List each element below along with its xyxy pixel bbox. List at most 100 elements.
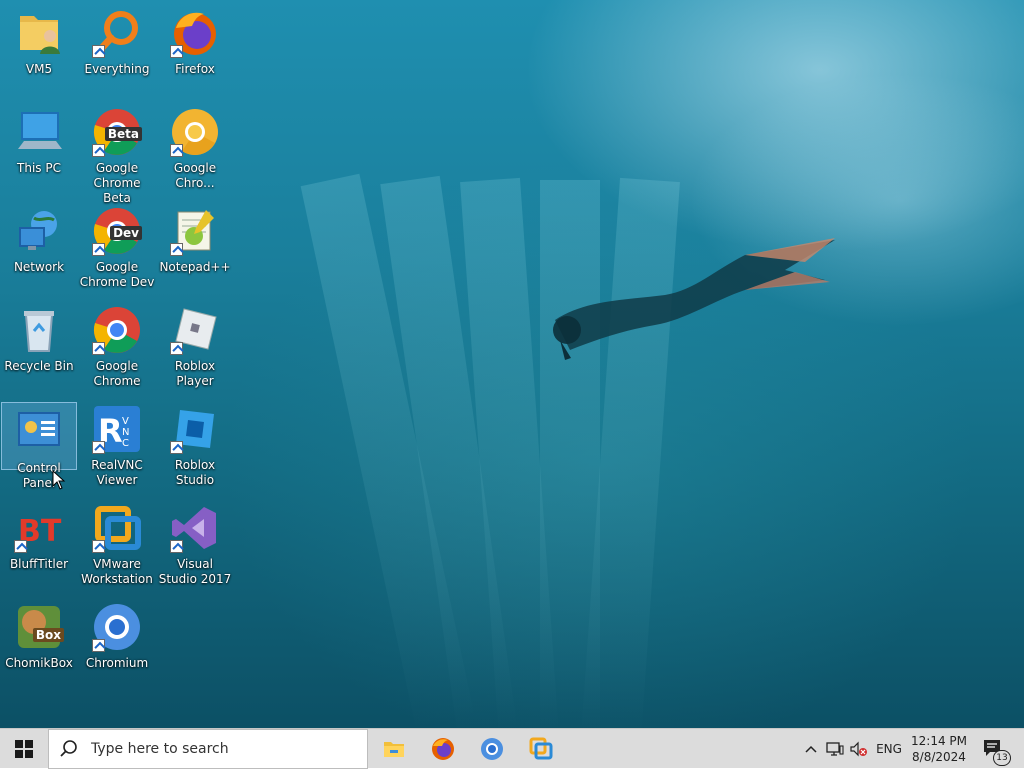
network-status-button[interactable] (823, 729, 847, 769)
visual-studio-icon (170, 503, 220, 553)
vmware-icon (529, 737, 553, 760)
desktop-icon-this-pc[interactable]: This PC (1, 103, 77, 195)
blufftitler-icon: BT (14, 503, 64, 553)
desktop-icon-label: ChomikBox (5, 656, 73, 670)
desktop[interactable]: VM5 This PC Network Recycle Bin Control … (0, 0, 1024, 728)
volume-button[interactable] (847, 729, 871, 769)
svg-text:N: N (122, 427, 129, 438)
shortcut-arrow-icon (92, 45, 105, 58)
shortcut-arrow-icon (92, 441, 105, 454)
desktop-icon-recycle-bin[interactable]: Recycle Bin (1, 301, 77, 393)
speaker-muted-icon (850, 741, 867, 757)
computer-icon (14, 107, 64, 157)
control-panel-icon (14, 407, 64, 457)
shortcut-arrow-icon (14, 540, 27, 553)
svg-text:V: V (122, 416, 129, 427)
start-button[interactable] (0, 729, 48, 769)
folder-user-icon (14, 8, 64, 58)
file-explorer-icon (384, 742, 404, 757)
desktop-icon-roblox-studio[interactable]: Roblox Studio (157, 400, 233, 492)
shortcut-arrow-icon (92, 639, 105, 652)
desktop-icon-roblox-player[interactable]: Roblox Player (157, 301, 233, 393)
roblox-studio-icon (170, 404, 220, 454)
desktop-icon-google-chrome[interactable]: Google Chrome (79, 301, 155, 393)
shortcut-arrow-icon (92, 243, 105, 256)
network-monitor-icon (826, 742, 844, 756)
taskbar-app-vmware[interactable] (517, 729, 565, 769)
shortcut-arrow-icon (170, 441, 183, 454)
notification-count-badge: 13 (993, 750, 1011, 766)
shortcut-arrow-icon (92, 342, 105, 355)
chromium-icon (92, 602, 142, 652)
chrome-icon (92, 305, 142, 355)
show-hidden-icons-button[interactable] (800, 729, 822, 769)
desktop-icon-label: Chromium (85, 656, 149, 670)
desktop-icon-chomikbox[interactable]: Box ChomikBox (1, 598, 77, 690)
taskbar: ENG 12:14 PM 8/8/2024 13 (0, 728, 1024, 769)
chromium-icon (481, 738, 503, 760)
icon-badge: Beta (104, 127, 142, 141)
desktop-icon-label: Google Chro... (173, 161, 217, 190)
firefox-icon (170, 8, 220, 58)
input-language-indicator[interactable]: ENG (873, 729, 905, 769)
desktop-icon-label: Google Chrome Beta (93, 161, 141, 205)
taskbar-app-firefox[interactable] (419, 729, 467, 769)
desktop-icon-label: Google Chrome Dev (79, 260, 155, 289)
action-center-button[interactable]: 13 (978, 729, 1012, 769)
desktop-icon-firefox[interactable]: Firefox (157, 4, 233, 96)
realvnc-icon: R V N C (92, 404, 142, 454)
chrome-dev-icon: Dev (92, 206, 142, 256)
desktop-icon-visual-studio-2017[interactable]: Visual Studio 2017 (157, 499, 233, 591)
desktop-icon-label: VM5 (25, 62, 53, 76)
chevron-up-icon (805, 745, 817, 753)
desktop-icon-chromium[interactable]: Chromium (79, 598, 155, 690)
desktop-icon-vmware-workstation[interactable]: VMware Workstation (79, 499, 155, 591)
desktop-icon-vm5[interactable]: VM5 (1, 4, 77, 96)
icon-badge: Box (32, 628, 64, 642)
shortcut-arrow-icon (92, 540, 105, 553)
shortcut-arrow-icon (92, 144, 105, 157)
chrome-beta-icon: Beta (92, 107, 142, 157)
clock-date: 8/8/2024 (912, 750, 966, 764)
desktop-icon-blufftitler[interactable]: BT BluffTitler (1, 499, 77, 591)
network-globe-icon (14, 206, 64, 256)
taskbar-clock[interactable]: 12:14 PM 8/8/2024 (908, 729, 970, 769)
taskbar-search-box[interactable] (48, 729, 368, 769)
desktop-icon-label: VMware Workstation (81, 557, 153, 586)
desktop-icon-everything[interactable]: Everything (79, 4, 155, 96)
svg-text:C: C (122, 438, 129, 449)
desktop-icon-label: BluffTitler (9, 557, 69, 571)
firefox-icon (432, 738, 454, 760)
desktop-icon-label: Roblox Studio (174, 458, 216, 487)
desktop-icon-google-chrome-canary[interactable]: Google Chro... (157, 103, 233, 195)
desktop-icon-label: Visual Studio 2017 (158, 557, 232, 586)
desktop-icon-label: Google Chrome (93, 359, 141, 388)
recycle-bin-icon (14, 305, 64, 355)
chrome-canary-icon (170, 107, 220, 157)
desktop-icon-label: Roblox Player (174, 359, 216, 388)
desktop-icon-realvnc-viewer[interactable]: R V N C RealVNC Viewer (79, 400, 155, 492)
clock-time: 12:14 PM (911, 734, 967, 748)
taskbar-app-file-explorer[interactable] (370, 729, 418, 769)
desktop-icon-network[interactable]: Network (1, 202, 77, 294)
desktop-icon-label: Recycle Bin (4, 359, 74, 373)
desktop-icon-label: RealVNC Viewer (91, 458, 143, 487)
desktop-icon-google-chrome-dev[interactable]: Dev Google Chrome Dev (79, 202, 155, 294)
desktop-icon-label: This PC (17, 161, 61, 175)
icon-badge: Dev (110, 226, 142, 240)
desktop-icon-label: Everything (84, 62, 150, 76)
desktop-icon-control-panel[interactable]: Control Panel (1, 402, 77, 490)
search-icon (60, 740, 77, 757)
desktop-icon-label: Network (13, 260, 65, 274)
shortcut-arrow-icon (170, 243, 183, 256)
taskbar-app-chromium[interactable] (468, 729, 516, 769)
chomikbox-icon: Box (14, 602, 64, 652)
desktop-icon-label: Notepad++ (159, 260, 231, 274)
windows-logo-icon (15, 740, 33, 758)
shortcut-arrow-icon (170, 144, 183, 157)
desktop-icon-notepad-plus-plus[interactable]: Notepad++ (157, 202, 233, 294)
search-input[interactable] (89, 740, 353, 758)
desktop-icon-google-chrome-beta[interactable]: Beta Google Chrome Beta (79, 103, 155, 205)
roblox-player-icon (170, 305, 220, 355)
notepad-plus-plus-icon (170, 206, 220, 256)
